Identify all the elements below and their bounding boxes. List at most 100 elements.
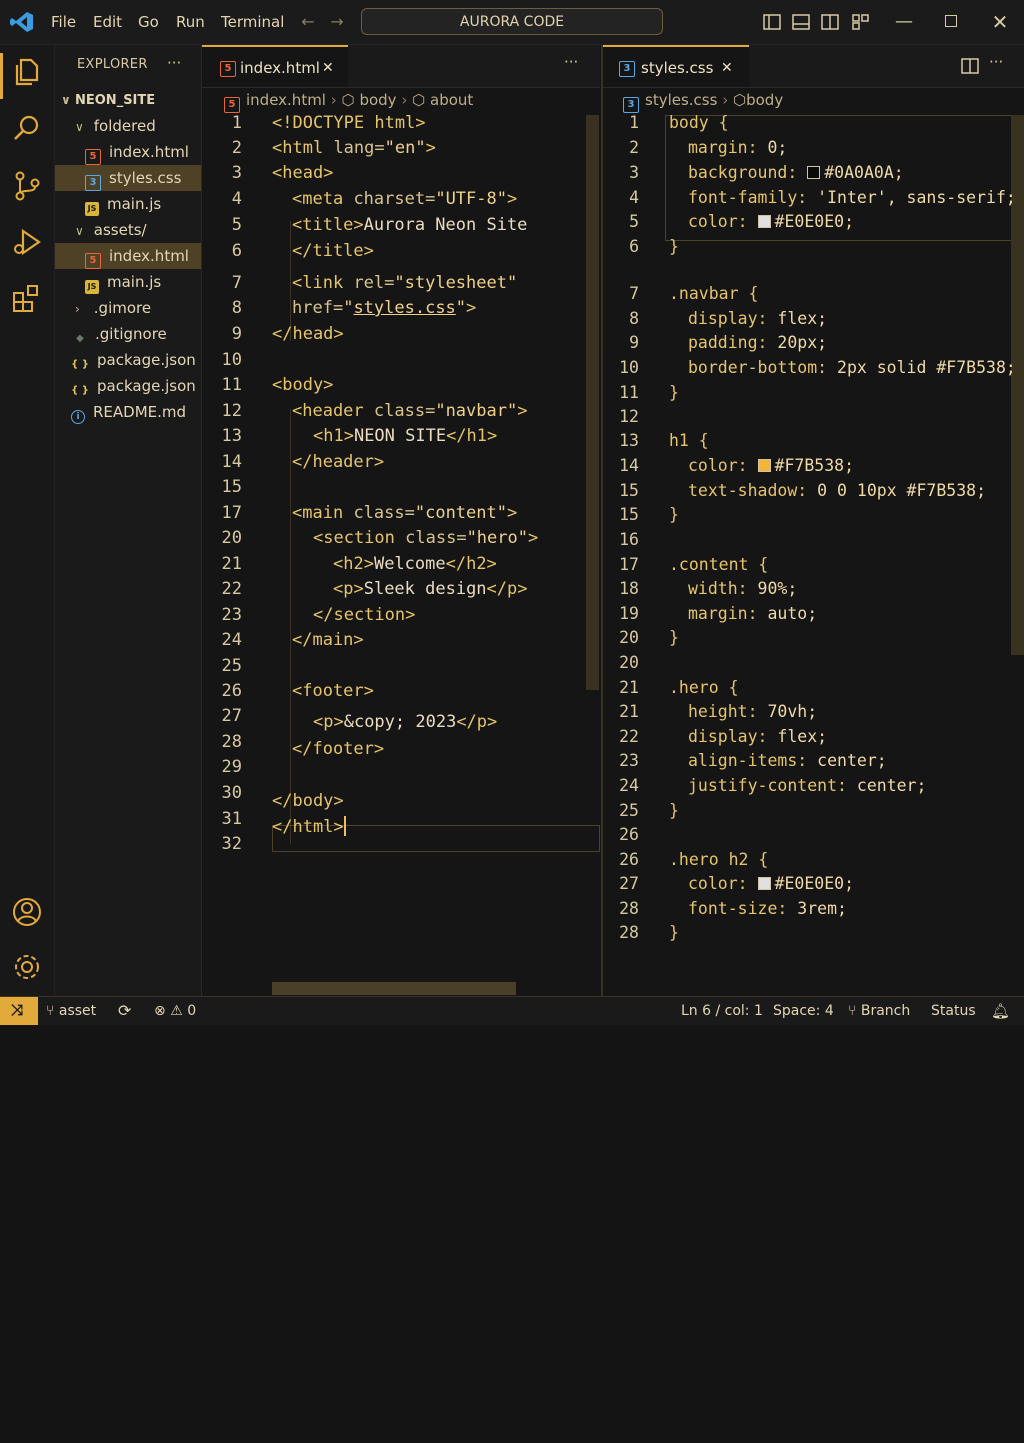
menu-terminal[interactable]: Terminal	[221, 0, 284, 44]
code-line: width: 90%;	[688, 579, 798, 598]
run-debug-icon[interactable]	[10, 225, 44, 259]
line-number: 16	[619, 530, 639, 549]
sync-icon[interactable]: ⟳	[118, 997, 131, 1025]
line-number: 10	[221, 350, 242, 370]
code-line: <head>	[272, 163, 334, 183]
line-number: 13	[221, 426, 242, 446]
git-branch-icon: ⑂	[848, 1003, 857, 1019]
extensions-icon[interactable]	[10, 281, 44, 315]
remote-button[interactable]: ⤨	[0, 997, 38, 1025]
code-line: h1 {	[669, 431, 709, 450]
explorer-more-icon[interactable]: ···	[167, 54, 181, 72]
problems-indicator[interactable]: ⊗ ⚠ 0	[154, 997, 196, 1025]
line-number: 28	[221, 732, 242, 752]
code-line: }	[669, 505, 679, 524]
split-editor-icon[interactable]	[961, 57, 979, 75]
line-number: 20	[221, 528, 242, 548]
line-number: 26	[619, 850, 639, 869]
branch-indicator[interactable]: ⑂ asset	[46, 997, 96, 1025]
code-line: <main class="content">	[292, 503, 518, 523]
line-number: 24	[221, 630, 242, 650]
html-file-icon: 5	[224, 97, 240, 113]
menu-run[interactable]: Run	[176, 0, 205, 44]
line-number: 8	[629, 309, 639, 328]
menu-go[interactable]: Go	[138, 0, 159, 44]
line-number: 26	[619, 825, 639, 844]
forward-arrow-icon[interactable]: →	[327, 12, 347, 32]
code-line: body {	[669, 113, 729, 132]
tree-item-assets[interactable]: ∨ assets/	[55, 217, 201, 243]
toggle-secondary-sidebar-icon[interactable]	[821, 13, 839, 31]
cube-icon: ⬡	[412, 91, 426, 109]
bell-icon[interactable]: 🔔︎	[991, 997, 1010, 1025]
html-file-icon: 5	[85, 149, 101, 165]
line-number: 1	[231, 113, 242, 133]
line-number: 8	[231, 298, 242, 318]
close-tab-icon[interactable]: ✕	[322, 47, 334, 89]
line-number: 4	[231, 189, 242, 209]
tab-index-html[interactable]: 5 index.html ✕	[202, 45, 348, 87]
code-line: font-size: 3rem;	[688, 899, 847, 918]
search-icon[interactable]	[10, 111, 44, 145]
account-icon[interactable]	[10, 895, 44, 929]
js-file-icon: JS	[85, 202, 99, 216]
tree-item-styles-css[interactable]: 3 styles.css	[55, 165, 201, 191]
customize-layout-icon[interactable]	[852, 13, 870, 31]
toggle-sidebar-icon[interactable]	[763, 13, 781, 31]
chevron-down-icon: ∨	[75, 224, 84, 238]
color-swatch[interactable]	[807, 166, 821, 179]
tree-item-main-js[interactable]: JS main.js	[55, 191, 201, 217]
code-line: </footer>	[292, 739, 385, 759]
json-file-icon: { }	[71, 359, 89, 370]
html-file-icon: 5	[85, 253, 101, 269]
status-label[interactable]: Status	[931, 997, 976, 1025]
code-left[interactable]: 1 2 3 4 5 6 7 8 9 10 11 12 13 14 15 17 2…	[202, 113, 600, 1233]
code-line: <h2>Welcome</h2>	[333, 554, 497, 574]
color-swatch[interactable]	[757, 459, 771, 472]
color-swatch[interactable]	[757, 215, 771, 228]
code-line: font-family: 'Inter', sans-serif;	[688, 188, 1016, 207]
line-number: 5	[231, 215, 242, 235]
root-folder[interactable]: ∨ NEON_SITE	[55, 87, 201, 113]
tree-item-index-html[interactable]: 5 index.html	[55, 139, 201, 165]
breadcrumb: 3 styles.css › ⬡body	[623, 89, 783, 113]
command-center-search[interactable]: AURORA CODE	[361, 8, 663, 35]
code-right[interactable]: 1 2 3 4 5 6 7 8 9 10 11 12 13 14 15 15 1…	[603, 113, 1023, 1443]
back-arrow-icon[interactable]: ←	[298, 12, 318, 32]
menu-file[interactable]: File	[51, 0, 76, 44]
toggle-panel-icon[interactable]	[792, 13, 810, 31]
tree-item-package-json[interactable]: { } package.json	[55, 347, 201, 373]
explorer-files-icon[interactable]	[10, 55, 44, 89]
line-number: 10	[619, 358, 639, 377]
code-line: <!DOCTYPE html>	[272, 113, 426, 133]
line-number: 3	[231, 163, 242, 183]
code-line: <body>	[272, 375, 334, 395]
cursor-position[interactable]: Ln 6 / col: 1	[681, 997, 763, 1025]
source-control-icon[interactable]	[10, 169, 44, 203]
tree-item-package-json-2[interactable]: { } package.json	[55, 373, 201, 399]
tree-item-readme[interactable]: i README.md	[55, 399, 201, 425]
close-window-icon[interactable]: ✕	[990, 12, 1010, 32]
color-swatch[interactable]	[757, 877, 771, 890]
editor-more-icon[interactable]: ···	[564, 53, 578, 71]
tree-item-assets-main-js[interactable]: JS main.js	[55, 269, 201, 295]
code-line: <h1>NEON SITE</h1>	[313, 426, 498, 446]
tree-item-assets-index-html[interactable]: 5 index.html	[55, 243, 201, 269]
minimize-icon[interactable]: —	[894, 12, 914, 32]
line-number: 6	[629, 237, 639, 256]
code-line: background: #0A0A0A;	[688, 163, 904, 182]
menu-edit[interactable]: Edit	[93, 0, 122, 44]
indentation[interactable]: Space: 4	[773, 997, 834, 1025]
branch-status[interactable]: ⑂ Branch	[848, 997, 910, 1025]
line-number: 32	[221, 834, 242, 854]
editor-more-icon[interactable]: ···	[989, 53, 1003, 71]
settings-gear-icon[interactable]	[10, 950, 44, 984]
tree-item-gitignore[interactable]: ◆ .gitignore	[55, 321, 201, 347]
tree-item-foldered[interactable]: ∨ foldered	[55, 113, 201, 139]
tab-styles-css[interactable]: 3 styles.css ✕	[603, 45, 749, 87]
close-tab-icon[interactable]: ✕	[721, 47, 733, 89]
tree-item-gimore[interactable]: › .gimore	[55, 295, 201, 321]
line-number: 12	[221, 401, 242, 421]
breadcrumb: 5 index.html › ⬡ body › ⬡ about	[224, 89, 473, 113]
maximize-icon[interactable]	[945, 15, 957, 27]
